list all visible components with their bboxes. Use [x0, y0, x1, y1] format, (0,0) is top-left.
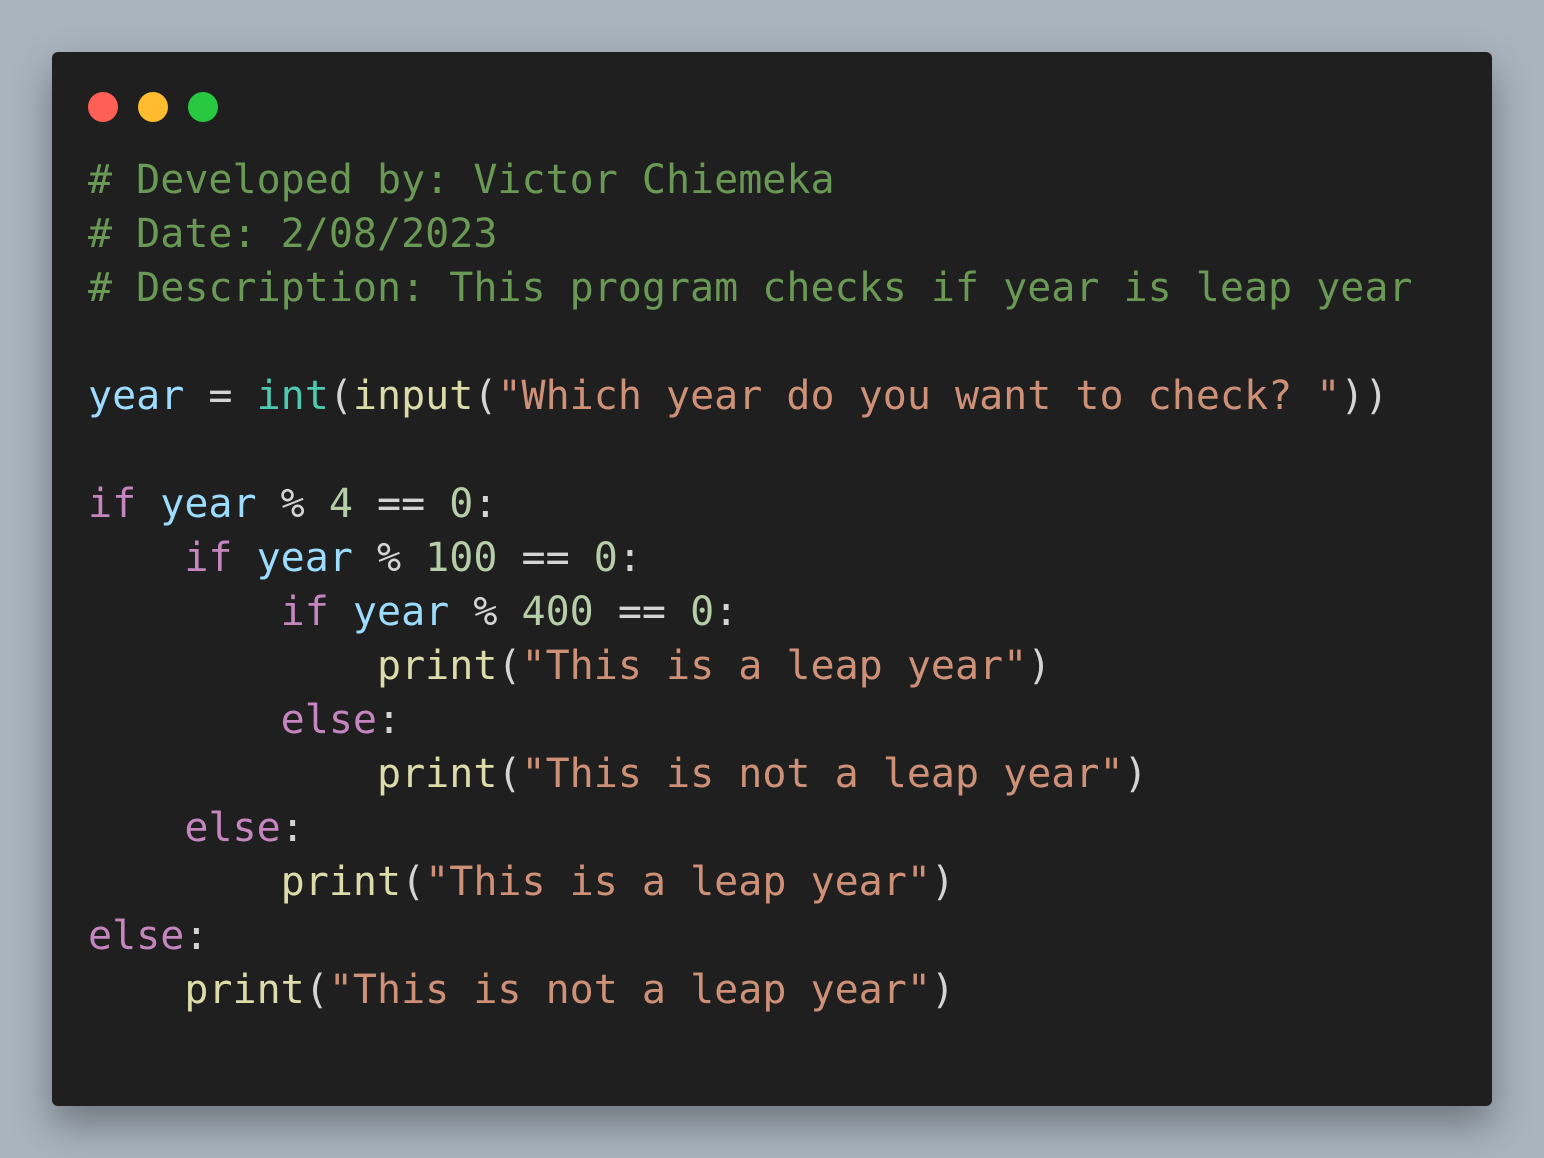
code-token-builtin: int [256, 373, 329, 419]
code-token-keyword: if [88, 481, 137, 527]
code-line: if year % 100 == 0: [88, 531, 1413, 585]
code-token-func: input [352, 373, 474, 419]
code-line: else: [88, 801, 1413, 855]
code-token-string: "This is a leap year" [425, 859, 931, 905]
code-token-comment: # Description: This program checks if ye… [88, 265, 1413, 311]
zoom-button[interactable] [188, 92, 218, 122]
code-token-var: year [88, 373, 185, 419]
code-token-plain: : [184, 913, 209, 959]
code-token-keyword: if [280, 589, 329, 635]
code-token-op: % [256, 481, 329, 527]
code-token-string: "Which year do you want to check? " [497, 373, 1341, 419]
code-token-plain: : [617, 535, 642, 581]
code-token-plain: ) [1123, 751, 1148, 797]
code-token-plain: )) [1340, 373, 1389, 419]
code-token-op: == [593, 589, 691, 635]
code-token-op: % [352, 535, 426, 581]
code-token-plain: ( [473, 373, 498, 419]
code-token-number: 100 [425, 535, 498, 581]
minimize-button[interactable] [138, 92, 168, 122]
code-token-plain: : [280, 805, 305, 851]
code-line: print("This is a leap year") [88, 639, 1413, 693]
code-token-func: print [184, 967, 305, 1013]
code-block: # Developed by: Victor Chiemeka # Date: 2… [88, 153, 1413, 1017]
code-line: print("This is a leap year") [88, 855, 1413, 909]
code-token-number: 0 [690, 589, 715, 635]
code-token-op: = [184, 373, 257, 419]
code-line: # Date: 2/08/2023 [88, 207, 1413, 261]
close-button[interactable] [88, 92, 118, 122]
code-token-string: "This is not a leap year" [521, 751, 1124, 797]
code-token-var: year [352, 589, 450, 635]
code-line: else: [88, 693, 1413, 747]
code-token-number: 4 [328, 481, 353, 527]
code-token-string: "This is not a leap year" [328, 967, 931, 1013]
code-token-plain: ( [497, 751, 522, 797]
code-token-plain: : [714, 589, 739, 635]
code-token-keyword: if [184, 535, 233, 581]
code-token-number: 400 [521, 589, 594, 635]
code-token-number: 0 [593, 535, 618, 581]
code-token-op: == [352, 481, 450, 527]
code-window: # Developed by: Victor Chiemeka # Date: 2… [52, 52, 1492, 1106]
code-token-plain: ( [304, 967, 329, 1013]
code-token-func: print [280, 859, 402, 905]
code-token-var: year [160, 481, 257, 527]
code-token-plain: : [473, 481, 498, 527]
code-token-func: print [376, 643, 498, 689]
code-line: year = int(input("Which year do you want… [88, 369, 1413, 423]
code-token-plain: ) [930, 967, 955, 1013]
code-token-plain: ) [1027, 643, 1052, 689]
code-token-comment: # Date: 2/08/2023 [88, 211, 498, 257]
code-line: print("This is not a leap year") [88, 747, 1413, 801]
code-line: if year % 400 == 0: [88, 585, 1413, 639]
code-line: # Description: This program checks if ye… [88, 261, 1413, 315]
code-token-plain: : [376, 697, 402, 743]
code-line: print("This is not a leap year") [88, 963, 1413, 1017]
code-line: # Developed by: Victor Chiemeka [88, 153, 1413, 207]
code-token-comment: # Developed by: Victor Chiemeka [88, 157, 835, 203]
code-token-plain: ) [930, 859, 955, 905]
code-token-plain: ( [328, 373, 353, 419]
code-token-keyword: else [88, 913, 185, 959]
code-token-plain: ( [401, 859, 426, 905]
code-line: else: [88, 909, 1413, 963]
code-token-keyword: else [184, 805, 281, 851]
code-token-keyword: else [280, 697, 377, 743]
code-token-plain: ( [497, 643, 522, 689]
code-token-op: == [497, 535, 594, 581]
code-line: if year % 4 == 0: [88, 477, 1413, 531]
code-token-string: "This is a leap year" [521, 643, 1028, 689]
code-token-func: print [376, 751, 498, 797]
code-token-var: year [256, 535, 353, 581]
code-token-number: 0 [449, 481, 474, 527]
code-token-op: % [449, 589, 522, 635]
